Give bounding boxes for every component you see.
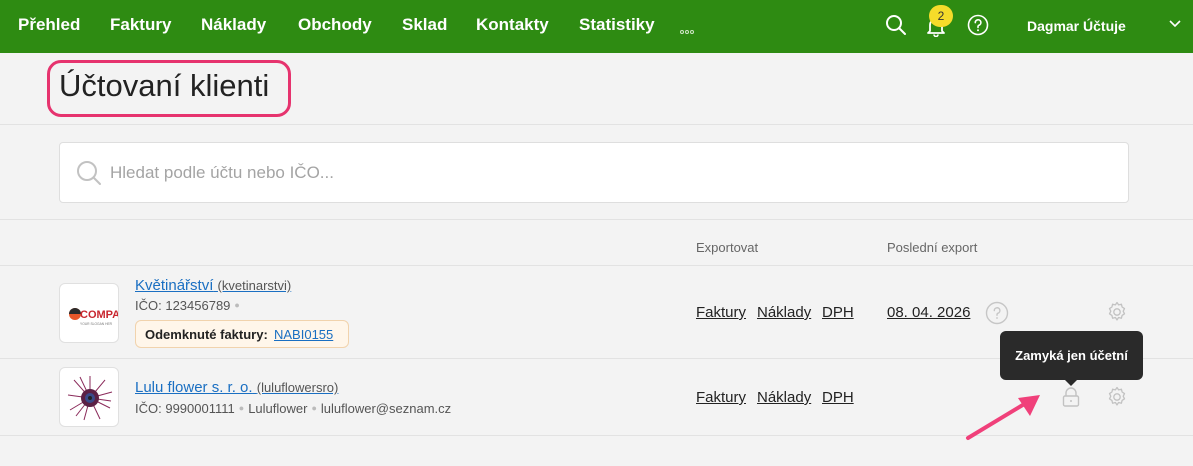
gear-icon[interactable] [1105, 300, 1129, 329]
client-name-link[interactable]: Lulu flower s. r. o. (luluflowersro) [135, 379, 338, 396]
export-naklady-link[interactable]: Náklady [757, 304, 811, 321]
logo-text: COMPA [80, 309, 119, 321]
export-naklady-link[interactable]: Náklady [757, 389, 811, 406]
nav-item-prehled[interactable]: Přehled [18, 15, 80, 35]
column-header-export: Exportovat [696, 240, 759, 255]
export-faktury-link[interactable]: Faktury [696, 389, 746, 406]
top-navigation: Přehled Faktury Náklady Obchody Sklad Ko… [0, 0, 1193, 53]
user-name[interactable]: Dagmar Účtuje [1027, 18, 1126, 34]
column-header-last-export: Poslední export [887, 240, 978, 255]
help-icon[interactable] [967, 14, 989, 41]
nav-item-faktury[interactable]: Faktury [110, 15, 171, 35]
help-icon[interactable] [985, 301, 1009, 330]
annotation-arrow-icon [960, 390, 1045, 450]
search-icon[interactable] [885, 14, 907, 41]
client-meta: IČO: 123456789 ● [135, 298, 240, 313]
export-faktury-link[interactable]: Faktury [696, 304, 746, 321]
logo-subtext: YOUR SLOGAN HER [80, 322, 113, 326]
page-title: Účtovaní klienti [59, 68, 270, 103]
lock-icon[interactable] [1061, 386, 1081, 413]
client-slug: (luluflowersro) [256, 380, 339, 395]
lock-tooltip: Zamyká jen účetní [1000, 331, 1143, 380]
nav-item-naklady[interactable]: Náklady [201, 15, 266, 35]
last-export-date[interactable]: 08. 04. 2026 [887, 304, 970, 321]
client-meta: IČO: 9990001111 ● Luluflower ● luluflower@se… [135, 401, 452, 416]
client-logo: COMPA YOUR SLOGAN HER [59, 283, 119, 343]
nav-item-sklad[interactable]: Sklad [402, 15, 447, 35]
search-input[interactable] [110, 158, 1010, 188]
nav-item-kontakty[interactable]: Kontakty [476, 15, 549, 35]
export-dph-link[interactable]: DPH [822, 304, 854, 321]
nav-item-obchody[interactable]: Obchody [298, 15, 372, 35]
unlocked-invoices-badge: Odemknuté faktury: NABI0155 [135, 320, 349, 348]
export-dph-link[interactable]: DPH [822, 389, 854, 406]
gear-icon[interactable] [1105, 385, 1129, 414]
unlocked-invoices-label: Odemknuté faktury: [145, 327, 268, 342]
nav-item-statistiky[interactable]: Statistiky [579, 15, 655, 35]
client-logo [59, 367, 119, 427]
search-icon [76, 160, 102, 191]
more-dots-icon[interactable] [680, 21, 698, 34]
client-slug: (kvetinarstvi) [217, 278, 292, 293]
notification-badge: 2 [929, 5, 953, 27]
chevron-down-icon[interactable] [1168, 16, 1182, 35]
unlocked-invoice-link[interactable]: NABI0155 [274, 327, 333, 342]
client-name-link[interactable]: Květinářství (kvetinarstvi) [135, 277, 291, 294]
tooltip-pointer [1064, 379, 1078, 386]
